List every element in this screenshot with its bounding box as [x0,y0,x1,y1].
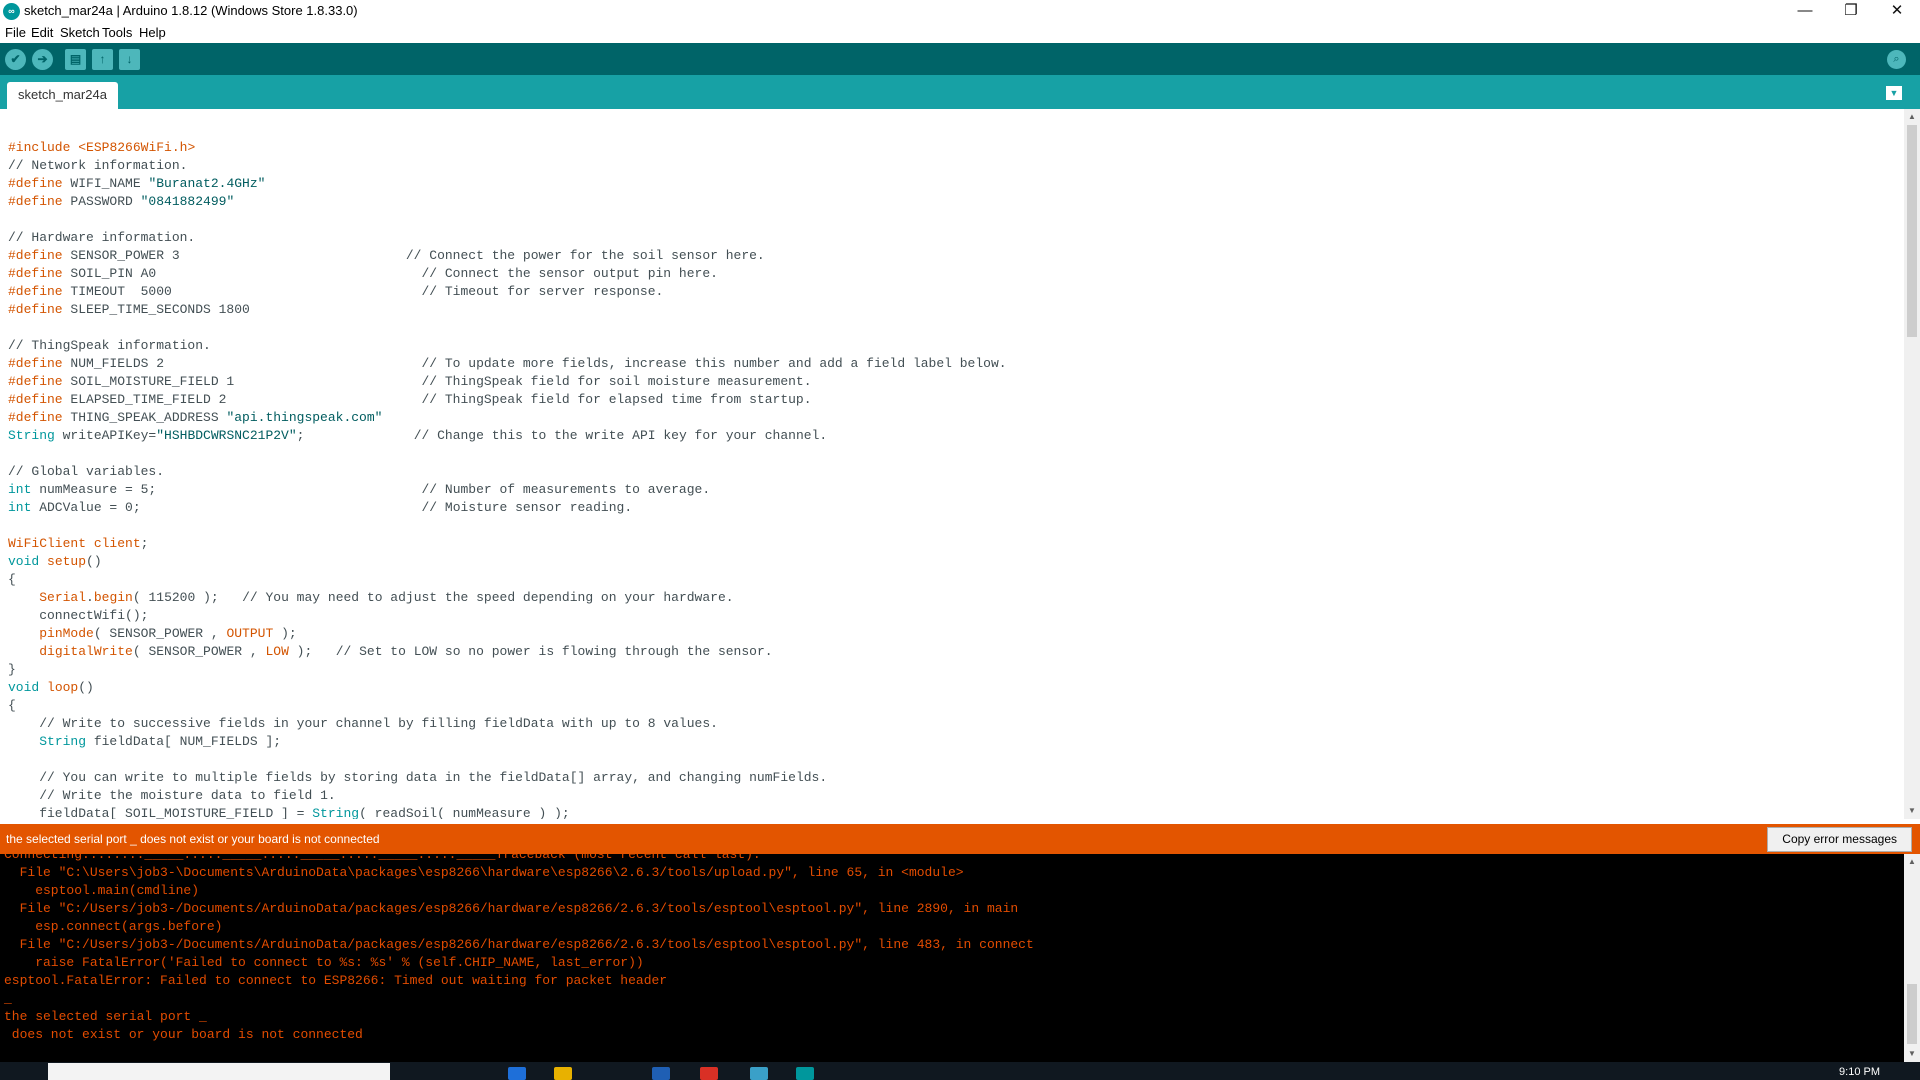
code-line: // You can write to multiple fields by s… [39,770,828,785]
status-bar: the selected serial port _ does not exis… [0,824,1920,854]
code-line: String fieldData[ NUM_FIELDS ]; [39,734,282,749]
arduino-taskbar-icon[interactable] [796,1067,814,1080]
console-scroll-up-icon[interactable]: ▲ [1904,854,1920,870]
close-button[interactable]: ✕ [1874,0,1920,23]
code-line: int ADCValue = 0; // Moisture sensor rea… [8,500,633,515]
taskbar-clock: 9:10 PM [1839,1066,1880,1078]
code-line: fieldData[ SOIL_MOISTURE_FIELD ] = Strin… [8,806,570,819]
code-line: #include <ESP8266WiFi.h> [8,140,196,155]
taskbar: 9:10 PM [0,1062,1920,1080]
code-line: { [8,572,16,587]
code-line: #define PASSWORD "0841882499" [8,194,235,209]
console-scroll-thumb[interactable] [1907,984,1917,1044]
code-line: #define ELAPSED_TIME_FIELD 2 // ThingSpe… [8,392,812,407]
editor-scroll-thumb[interactable] [1907,125,1917,337]
tab-sketch-mar24a[interactable]: sketch_mar24a [7,82,118,109]
copy-error-messages-button[interactable]: Copy error messages [1767,827,1912,852]
code-line: WiFiClient client; [8,536,149,551]
code-line: void loop() [8,680,94,695]
menu-tools[interactable]: Tools [102,25,132,40]
code-line: // Write the moisture data to field 1. [39,788,336,803]
console-scroll-down-icon[interactable]: ▼ [1904,1046,1920,1062]
status-message: the selected serial port _ does not exis… [6,832,380,846]
console-output[interactable]: Connecting........_____....._____.....__… [0,854,1904,1062]
new-sketch-icon[interactable]: ▤ [65,49,86,70]
serial-monitor-icon[interactable]: ⌕ [1887,50,1906,69]
code-line: #define THING_SPEAK_ADDRESS "api.thingsp… [8,410,383,425]
code-line: String writeAPIKey="HSHBDCWRSNC21P2V"; /… [8,428,828,443]
maximize-button[interactable]: ❐ [1828,0,1874,23]
console-line: _ [4,991,12,1006]
console-line: File "C:\Users\job3-\Documents\ArduinoDa… [4,865,964,880]
code-line: #define WIFI_NAME "Buranat2.4GHz" [8,176,266,191]
code-line: #define SLEEP_TIME_SECONDS 1800 [8,302,250,317]
code-line: // Network information. [8,158,188,173]
tab-bar: sketch_mar24a ▼ [0,75,1920,109]
menu-edit[interactable]: Edit [31,25,53,40]
taskbar-search-input[interactable] [48,1063,390,1080]
code-line: void setup() [8,554,102,569]
store-icon[interactable] [652,1067,670,1080]
code-line: // ThingSpeak information. [8,338,211,353]
code-line: connectWifi(); [8,608,149,623]
console-line: esp.connect(args.before) [4,919,223,934]
edge-icon[interactable] [508,1067,526,1080]
menu-bar: File Edit Sketch Tools Help [0,23,1920,43]
menu-help[interactable]: Help [139,25,166,40]
menu-sketch[interactable]: Sketch [60,25,100,40]
menu-file[interactable]: File [5,25,26,40]
verify-icon[interactable]: ✔ [5,49,26,70]
minimize-button[interactable]: — [1782,0,1828,23]
code-line: { [8,698,16,713]
code-line: #define NUM_FIELDS 2 // To update more f… [8,356,1007,371]
upload-icon[interactable]: ➔ [32,49,53,70]
open-sketch-icon[interactable]: ↑ [92,49,113,70]
scroll-up-icon[interactable]: ▲ [1904,109,1920,125]
window-title: sketch_mar24a | Arduino 1.8.12 (Windows … [24,3,358,18]
arduino-logo-icon: ∞ [3,3,20,20]
console-line: raise FatalError('Failed to connect to %… [4,955,644,970]
toolbar: ✔ ➔ ▤ ↑ ↓ ⌕ [0,43,1920,75]
code-line: // Global variables. [8,464,165,479]
console-line: File "C:/Users/job3-/Documents/ArduinoDa… [4,937,1034,952]
code-line: #define TIMEOUT 5000 // Timeout for serv… [8,284,664,299]
console-scrollbar[interactable]: ▲ ▼ [1904,854,1920,1062]
console-line: does not exist or your board is not conn… [4,1027,363,1042]
code-line: // Hardware information. [8,230,196,245]
code-line: digitalWrite( SENSOR_POWER , LOW ); // S… [39,644,773,659]
console-line: esptool.main(cmdline) [4,883,200,898]
code-editor[interactable]: #include <ESP8266WiFi.h> // Network infor… [0,109,1904,819]
save-sketch-icon[interactable]: ↓ [119,49,140,70]
code-line: #define SOIL_PIN A0 // Connect the senso… [8,266,718,281]
code-line: #define SOIL_MOISTURE_FIELD 1 // ThingSp… [8,374,812,389]
code-line: } [8,662,16,677]
console-line: File "C:/Users/job3-/Documents/ArduinoDa… [4,901,1019,916]
code-line: int numMeasure = 5; // Number of measure… [8,482,711,497]
console-line: the selected serial port _ [4,1009,207,1024]
code-line: // Write to successive fields in your ch… [39,716,718,731]
chrome-icon[interactable] [700,1067,718,1080]
tab-menu-chevron-down-icon[interactable]: ▼ [1886,86,1902,100]
code-line: Serial.begin( 115200 ); // You may need … [39,590,734,605]
editor-scrollbar[interactable]: ▲ ▼ [1904,109,1920,819]
mail-icon[interactable] [750,1067,768,1080]
scroll-down-icon[interactable]: ▼ [1904,803,1920,819]
file-explorer-icon[interactable] [554,1067,572,1080]
console-line: Connecting........_____....._____.....__… [4,854,761,862]
code-line: pinMode( SENSOR_POWER , OUTPUT ); [39,626,297,641]
title-bar: ∞ sketch_mar24a | Arduino 1.8.12 (Window… [0,0,1920,23]
code-line: #define SENSOR_POWER 3 // Connect the po… [8,248,765,263]
console-line: esptool.FatalError: Failed to connect to… [4,973,668,988]
